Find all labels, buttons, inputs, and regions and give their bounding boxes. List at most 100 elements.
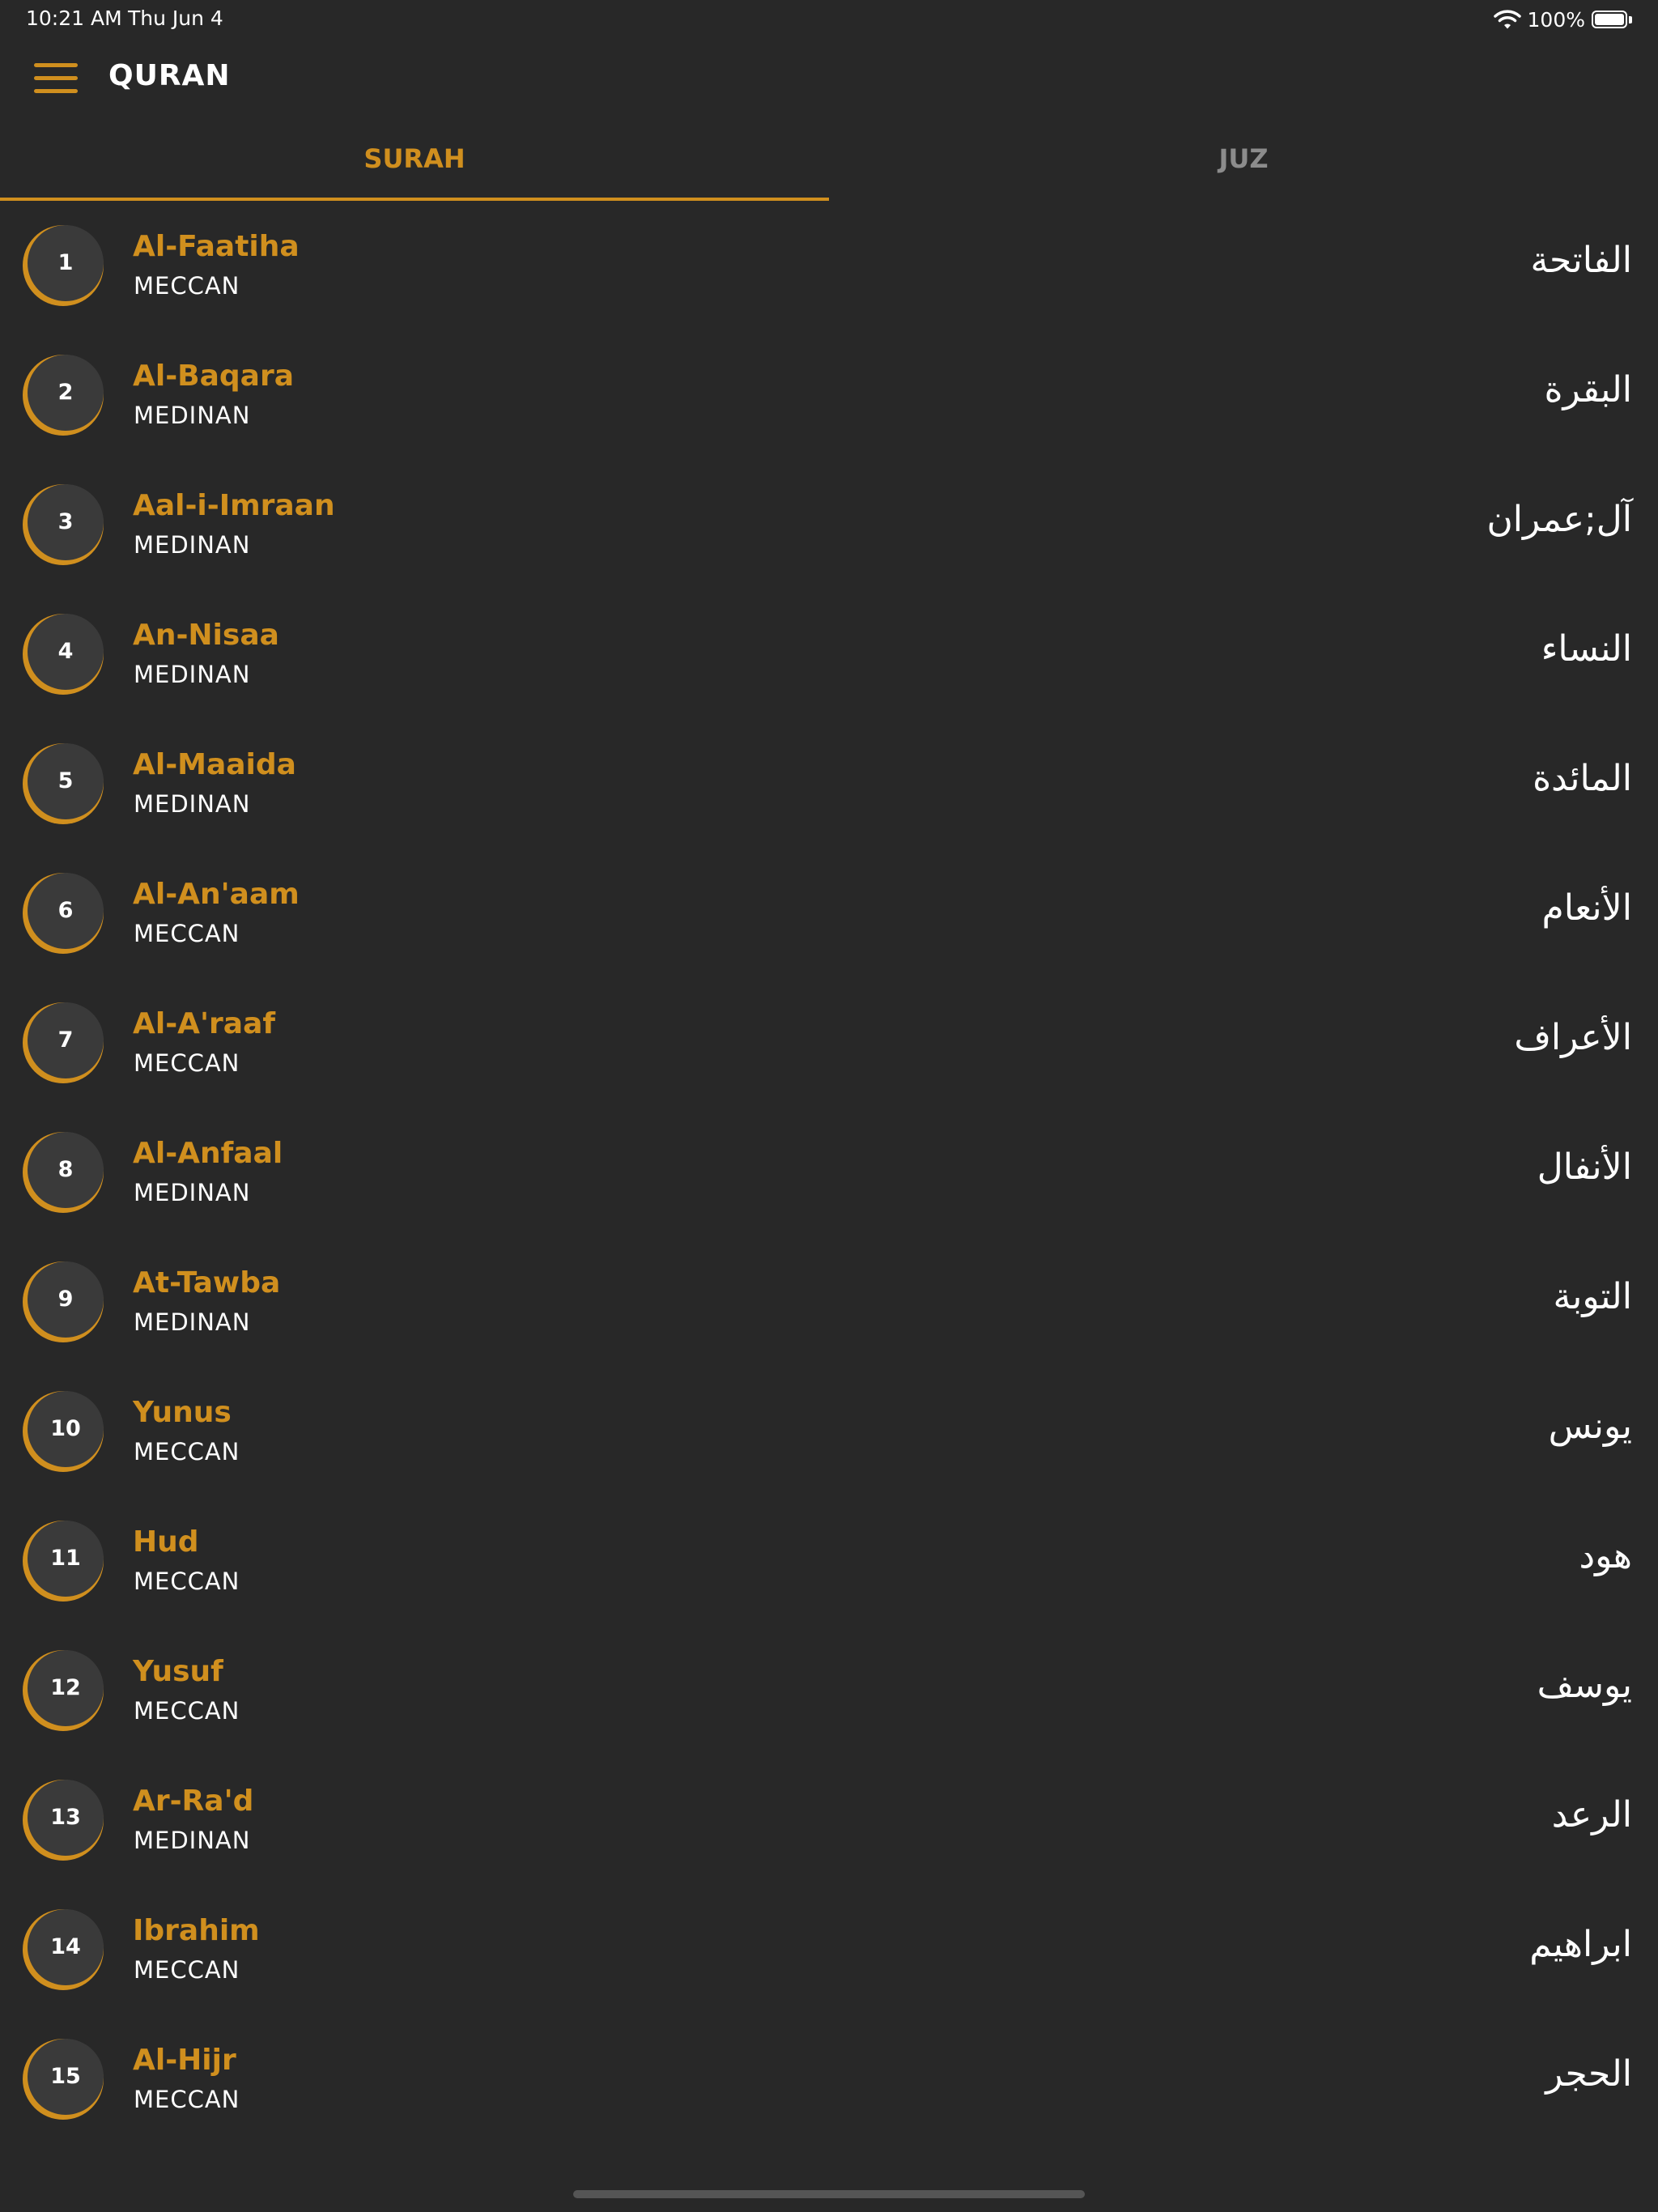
surah-revelation-type: MEDINAN xyxy=(134,1308,251,1336)
surah-number: 4 xyxy=(57,639,74,664)
surah-name: Yunus xyxy=(133,1396,232,1429)
surah-arabic-name: البقرة xyxy=(1544,369,1633,410)
surah-arabic-name: يوسف xyxy=(1537,1665,1632,1706)
surah-name: Al-A'raaf xyxy=(133,1007,276,1040)
surah-revelation-type: MECCAN xyxy=(134,1049,240,1077)
surah-list-item[interactable]: 12 Yusuf MECCAN يوسف xyxy=(0,1626,1658,1755)
home-indicator[interactable] xyxy=(573,2190,1085,2198)
surah-number-badge: 6 xyxy=(23,873,104,954)
surah-arabic-name: الفاتحة xyxy=(1530,240,1632,281)
surah-revelation-type: MEDINAN xyxy=(134,531,251,559)
surah-arabic-name: الحجر xyxy=(1545,2053,1632,2095)
surah-name: Al-Faatiha xyxy=(133,230,300,263)
surah-number-badge: 10 xyxy=(23,1391,104,1472)
surah-number: 6 xyxy=(57,898,74,923)
battery-icon xyxy=(1592,11,1632,28)
surah-number: 13 xyxy=(50,1805,81,1830)
surah-list-item[interactable]: 9 At-Tawba MEDINAN التوبة xyxy=(0,1237,1658,1367)
surah-number: 8 xyxy=(57,1157,74,1182)
surah-revelation-type: MECCAN xyxy=(134,1568,240,1595)
surah-arabic-name: التوبة xyxy=(1553,1276,1632,1317)
surah-number: 15 xyxy=(50,2064,81,2089)
surah-number-badge: 4 xyxy=(23,614,104,695)
status-time: 10:21 AM xyxy=(26,6,122,30)
surah-number: 14 xyxy=(50,1934,81,1959)
quran-screen: 10:21 AM Thu Jun 4 100% QURAN SURAH JUZ … xyxy=(0,0,1658,2212)
surah-arabic-name: ابراهيم xyxy=(1529,1924,1632,1965)
surah-name: Al-Anfaal xyxy=(133,1137,283,1170)
surah-number-badge: 13 xyxy=(23,1780,104,1861)
surah-revelation-type: MECCAN xyxy=(134,1438,240,1465)
surah-number-badge: 11 xyxy=(23,1521,104,1602)
surah-number-badge: 3 xyxy=(23,484,104,565)
surah-arabic-name: الأنفال xyxy=(1537,1146,1632,1188)
surah-number: 10 xyxy=(50,1416,81,1441)
surah-revelation-type: MECCAN xyxy=(134,2086,240,2113)
surah-revelation-type: MECCAN xyxy=(134,272,240,300)
tab-bar: SURAH JUZ xyxy=(0,130,1658,201)
surah-number: 12 xyxy=(50,1675,81,1700)
surah-list-item[interactable]: 2 Al-Baqara MEDINAN البقرة xyxy=(0,330,1658,460)
surah-arabic-name: هود xyxy=(1579,1535,1632,1576)
surah-list-item[interactable]: 8 Al-Anfaal MEDINAN الأنفال xyxy=(0,1108,1658,1237)
surah-revelation-type: MECCAN xyxy=(134,1697,240,1725)
surah-number-badge: 1 xyxy=(23,225,104,306)
wifi-icon xyxy=(1493,10,1521,29)
hamburger-menu-icon[interactable] xyxy=(28,55,84,100)
surah-name: Al-Maaida xyxy=(133,748,296,781)
surah-revelation-type: MEDINAN xyxy=(134,661,251,688)
surah-list-item[interactable]: 6 Al-An'aam MECCAN الأنعام xyxy=(0,849,1658,978)
surah-list-item[interactable]: 4 An-Nisaa MEDINAN النساء xyxy=(0,589,1658,719)
surah-arabic-name: الرعد xyxy=(1551,1794,1632,1836)
surah-name: Hud xyxy=(133,1525,199,1559)
status-right-group: 100% xyxy=(1493,6,1632,32)
surah-arabic-name: النساء xyxy=(1541,628,1632,670)
surah-number-badge: 8 xyxy=(23,1132,104,1213)
surah-name: An-Nisaa xyxy=(133,619,279,652)
surah-number: 3 xyxy=(57,509,74,534)
status-bar: 10:21 AM Thu Jun 4 100% xyxy=(0,0,1658,39)
surah-number-badge: 2 xyxy=(23,355,104,436)
surah-number: 1 xyxy=(57,250,74,275)
surah-name: Ar-Ra'd xyxy=(133,1784,254,1818)
surah-list[interactable]: 1 Al-Faatiha MECCAN الفاتحة 2 Al-Baqara MEDINA… xyxy=(0,201,1658,2183)
surah-list-item[interactable]: 5 Al-Maaida MEDINAN المائدة xyxy=(0,719,1658,849)
surah-arabic-name: آل;عمران xyxy=(1486,499,1632,540)
surah-number: 7 xyxy=(57,1027,74,1053)
surah-revelation-type: MEDINAN xyxy=(134,402,251,429)
surah-name: At-Tawba xyxy=(133,1266,281,1300)
surah-list-item[interactable]: 10 Yunus MECCAN يونس xyxy=(0,1367,1658,1496)
surah-number-badge: 12 xyxy=(23,1650,104,1731)
surah-number-badge: 7 xyxy=(23,1002,104,1083)
status-date: Thu Jun 4 xyxy=(128,6,223,30)
surah-arabic-name: الأنعام xyxy=(1541,887,1632,929)
surah-list-item[interactable]: 3 Aal-i-Imraan MEDINAN آل;عمران xyxy=(0,460,1658,589)
surah-revelation-type: MECCAN xyxy=(134,1956,240,1984)
surah-number: 11 xyxy=(50,1546,81,1571)
surah-list-item[interactable]: 1 Al-Faatiha MECCAN الفاتحة xyxy=(0,201,1658,330)
surah-list-item[interactable]: 14 Ibrahim MECCAN ابراهيم xyxy=(0,1885,1658,2014)
surah-name: Ibrahim xyxy=(133,1914,260,1947)
surah-number-badge: 9 xyxy=(23,1261,104,1342)
surah-number: 9 xyxy=(57,1287,74,1312)
surah-name: Al-Baqara xyxy=(133,359,294,393)
surah-list-item[interactable]: 7 Al-A'raaf MECCAN الأعراف xyxy=(0,978,1658,1108)
surah-name: Aal-i-Imraan xyxy=(133,489,335,522)
surah-list-item[interactable]: 13 Ar-Ra'd MEDINAN الرعد xyxy=(0,1755,1658,1885)
surah-arabic-name: المائدة xyxy=(1533,758,1632,799)
surah-number-badge: 5 xyxy=(23,743,104,824)
surah-name: Al-Hijr xyxy=(133,2044,236,2077)
app-title: QURAN xyxy=(108,59,231,92)
surah-revelation-type: MEDINAN xyxy=(134,1827,251,1854)
surah-list-item[interactable]: 11 Hud MECCAN هود xyxy=(0,1496,1658,1626)
surah-list-item[interactable]: 15 Al-Hijr MECCAN الحجر xyxy=(0,2014,1658,2144)
surah-revelation-type: MEDINAN xyxy=(134,1179,251,1206)
battery-percentage: 100% xyxy=(1527,7,1585,32)
tab-surah[interactable]: SURAH xyxy=(0,130,829,201)
surah-number: 5 xyxy=(57,768,74,793)
tab-juz[interactable]: JUZ xyxy=(829,130,1658,201)
surah-number-badge: 15 xyxy=(23,2039,104,2120)
surah-name: Al-An'aam xyxy=(133,878,300,911)
app-bar: QURAN xyxy=(0,39,1658,120)
surah-number-badge: 14 xyxy=(23,1909,104,1990)
